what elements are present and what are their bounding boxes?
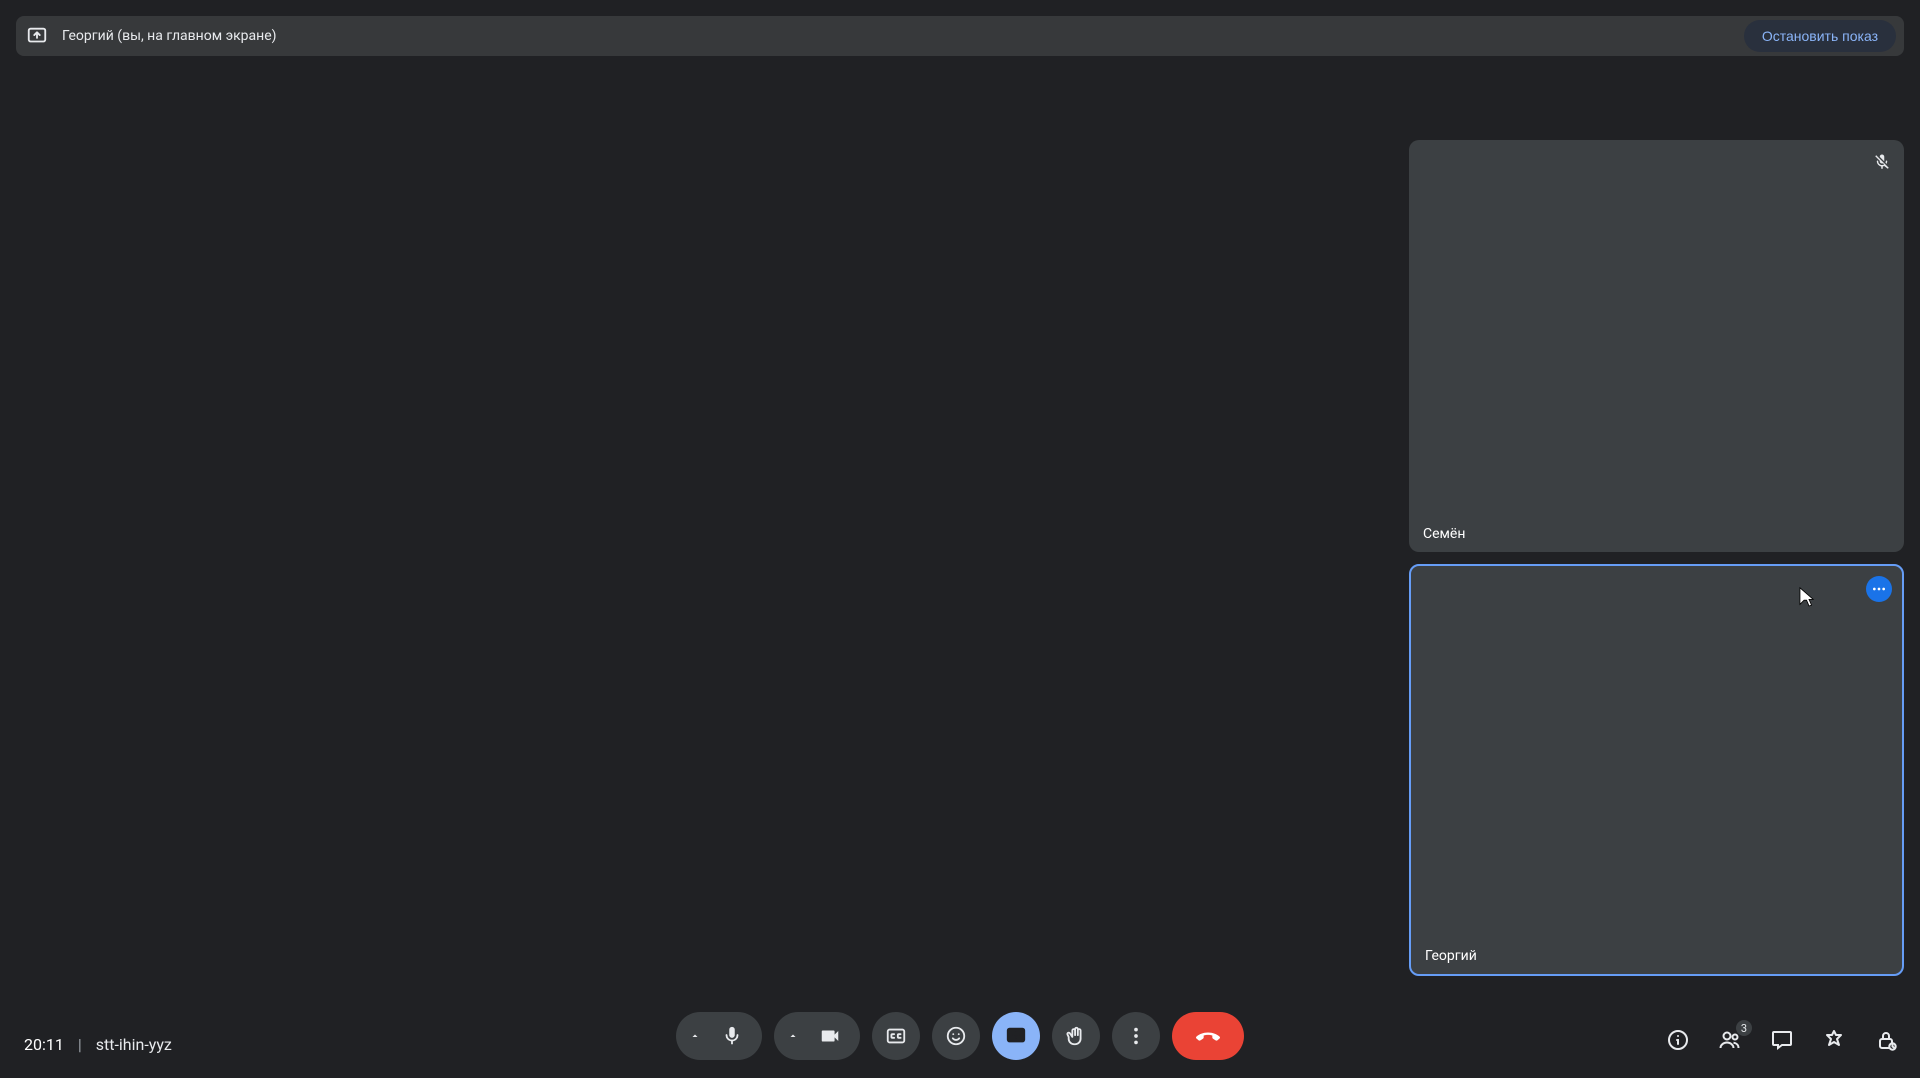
participant-tile[interactable]: Семён — [1409, 140, 1904, 552]
tile-more-button[interactable] — [1866, 576, 1892, 602]
activities-button[interactable] — [1820, 1026, 1848, 1054]
separator: | — [78, 1035, 82, 1054]
reactions-button[interactable] — [932, 1012, 980, 1060]
more-options-button[interactable] — [1112, 1012, 1160, 1060]
mic-button[interactable] — [708, 1012, 756, 1060]
clock-time: 20:11 — [24, 1035, 64, 1054]
mic-options-toggle[interactable] — [682, 1012, 708, 1060]
participant-count-badge: 3 — [1736, 1020, 1752, 1036]
participant-tile[interactable]: Георгий — [1409, 564, 1904, 976]
presenting-bar: Георгий (вы, на главном экране) Останови… — [16, 16, 1904, 56]
camera-button[interactable] — [806, 1012, 854, 1060]
participant-name: Георгий — [1425, 948, 1477, 964]
meeting-code[interactable]: stt-ihin-yyz — [96, 1035, 172, 1054]
chat-button[interactable] — [1768, 1026, 1796, 1054]
mic-off-icon — [1872, 152, 1892, 172]
meeting-details-button[interactable] — [1664, 1026, 1692, 1054]
camera-control — [774, 1012, 860, 1060]
captions-button[interactable] — [872, 1012, 920, 1060]
camera-options-toggle[interactable] — [780, 1012, 806, 1060]
participant-name: Семён — [1423, 526, 1465, 542]
present-to-all-icon — [26, 25, 48, 47]
host-controls-button[interactable] — [1872, 1026, 1900, 1054]
raise-hand-button[interactable] — [1052, 1012, 1100, 1060]
people-button[interactable]: 3 — [1716, 1026, 1744, 1054]
leave-call-button[interactable] — [1172, 1012, 1244, 1060]
meeting-info: 20:11 | stt-ihin-yyz — [24, 1035, 172, 1054]
call-controls — [676, 1012, 1244, 1060]
stop-presenting-button[interactable]: Остановить показ — [1744, 20, 1896, 52]
right-panel-icons: 3 — [1664, 1026, 1900, 1054]
present-screen-button[interactable] — [992, 1012, 1040, 1060]
mic-control — [676, 1012, 762, 1060]
presenter-label: Георгий (вы, на главном экране) — [62, 28, 277, 44]
